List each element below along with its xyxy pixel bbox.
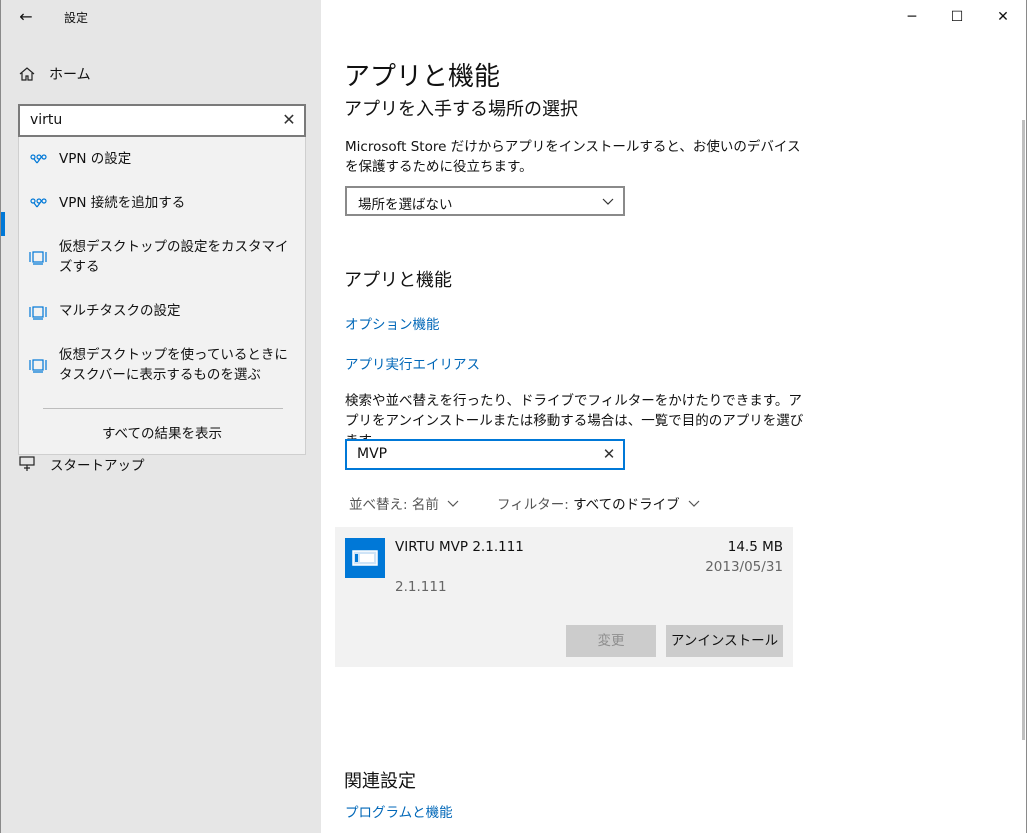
programs-and-features-link[interactable]: プログラムと機能 (345, 801, 453, 821)
suggestion-label: VPN 接続を追加する (59, 195, 186, 211)
home-icon (19, 67, 35, 81)
search-input-value: virtu (30, 112, 63, 128)
divider (43, 408, 283, 409)
filter-value: すべてのドライブ (573, 497, 680, 513)
close-icon[interactable]: ✕ (991, 6, 1015, 28)
suggestion-label: 仮想デスクトップを使っているときにタスクバーに表示するものを選ぶ (59, 347, 288, 383)
sidebar-item-label: スタートアップ (50, 458, 145, 474)
startup-icon (19, 456, 35, 471)
related-settings-title: 関連設定 (344, 771, 416, 792)
show-all-results-button[interactable]: すべての結果を表示 (19, 422, 305, 442)
app-icon (345, 538, 385, 578)
app-search-input[interactable]: MVP ✕ (345, 439, 625, 470)
clear-icon[interactable]: ✕ (601, 446, 617, 462)
app-source-select[interactable]: 場所を選ばない (345, 186, 625, 216)
sort-label: 並べ替え: (349, 497, 408, 513)
minimize-icon[interactable]: ─ (900, 6, 924, 28)
select-value: 場所を選ばない (358, 197, 453, 213)
app-aliases-link[interactable]: アプリ実行エイリアス (345, 353, 480, 373)
section-title-source: アプリを入手する場所の選択 (344, 99, 578, 120)
suggestion-label: マルチタスクの設定 (59, 303, 181, 319)
modify-button[interactable]: 変更 (566, 625, 656, 657)
app-list-item[interactable]: VIRTU MVP 2.1.111 14.5 MB 2013/05/31 2.1… (335, 527, 793, 667)
app-name: VIRTU MVP 2.1.111 (395, 539, 524, 555)
optional-features-link[interactable]: オプション機能 (345, 313, 440, 333)
chevron-down-icon (602, 198, 614, 205)
source-description: Microsoft Store だけからアプリをインストールすると、お使いのデバ… (345, 139, 801, 175)
multitask-icon (29, 306, 47, 320)
sidebar-item-startup[interactable]: スタートアップ (18, 454, 145, 474)
chevron-down-icon (447, 500, 459, 507)
back-arrow-icon[interactable]: ← (15, 6, 37, 28)
sidebar-item-home[interactable]: ホーム (18, 62, 91, 86)
search-suggestions: VPN の設定 VPN 接続を追加する 仮想デスクトップの設定をカスタマイズする (18, 137, 306, 455)
suggestion-label: 仮想デスクトップの設定をカスタマイズする (59, 239, 289, 275)
app-title: 設定 (64, 11, 89, 25)
selected-indicator (1, 212, 5, 236)
chevron-down-icon (688, 500, 700, 507)
multitask-icon (29, 359, 47, 373)
app-search-value: MVP (357, 446, 388, 462)
scrollbar[interactable] (1022, 120, 1025, 740)
main-content: ─ ☐ ✕ アプリと機能 アプリを入手する場所の選択 Microsoft Sto… (321, 0, 1027, 833)
page-title: アプリと機能 (344, 62, 501, 92)
clear-icon[interactable]: ✕ (280, 111, 298, 129)
filter-dropdown[interactable]: フィルター: すべてのドライブ (497, 493, 700, 513)
sidebar-item-label: ホーム (49, 67, 91, 83)
app-install-date: 2013/05/31 (705, 559, 783, 575)
vpn-icon (30, 154, 47, 164)
maximize-icon[interactable]: ☐ (945, 6, 969, 28)
sort-dropdown[interactable]: 並べ替え: 名前 (349, 493, 459, 513)
title-bar-left: ← 設定 (1, 0, 322, 34)
filter-label: フィルター: (497, 497, 569, 513)
app-size: 14.5 MB (727, 539, 783, 555)
section-title-apps: アプリと機能 (344, 270, 452, 291)
vpn-icon (30, 198, 47, 208)
multitask-icon (29, 251, 47, 265)
sort-value: 名前 (411, 497, 439, 513)
app-version: 2.1.111 (395, 579, 447, 595)
uninstall-button[interactable]: アンインストール (666, 625, 783, 657)
sidebar: ← 設定 ホーム virtu ✕ VPN の設定 VPN 接続を追加する 仮想デ… (0, 0, 321, 833)
settings-search-input[interactable]: virtu ✕ (18, 104, 306, 137)
window-icon (352, 550, 378, 566)
suggestion-label: VPN の設定 (59, 151, 132, 167)
